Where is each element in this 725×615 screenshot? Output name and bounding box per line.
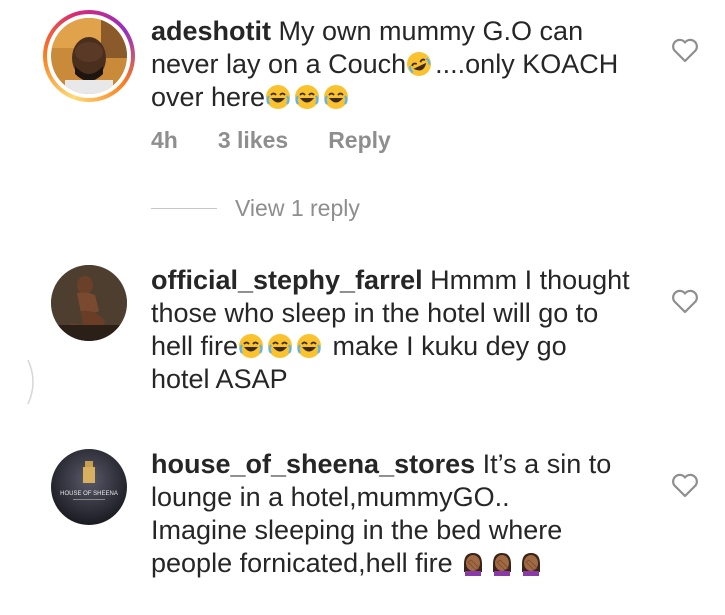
comment-text-line: Hmmm I thought xyxy=(430,265,630,295)
comment-meta: 4h 3 likes Reply xyxy=(151,127,391,154)
username[interactable]: adeshotit xyxy=(151,16,271,46)
heart-outline-icon[interactable] xyxy=(671,288,699,314)
comment-text: house_of_sheena_stores It’s a sin to lou… xyxy=(151,448,651,580)
comment-text-line: My own mummy G.O can xyxy=(278,16,584,46)
woman-facepalming-emoji xyxy=(464,553,483,576)
comment-text-line: never lay on a Couch xyxy=(151,49,407,79)
edge-curve xyxy=(27,359,34,405)
comment-text: official_stephy_farrel Hmmm I thought th… xyxy=(151,264,651,396)
face-with-tears-of-joy-emoji xyxy=(295,85,320,109)
comments-page: adeshotit My own mummy G.O can never lay… xyxy=(0,0,725,615)
comment-text-line: hotel ASAP xyxy=(151,364,288,394)
reply-button[interactable]: Reply xyxy=(328,127,391,154)
rolling-on-floor-laughing-emoji xyxy=(407,52,432,76)
username[interactable]: official_stephy_farrel xyxy=(151,265,423,295)
likes-count[interactable]: 3 likes xyxy=(218,127,288,154)
view-replies-divider xyxy=(151,208,217,209)
heart-outline-icon[interactable] xyxy=(671,472,699,498)
comment-text-line: It’s a sin to xyxy=(482,449,612,479)
face-with-tears-of-joy-emoji xyxy=(324,85,349,109)
comment-text-line: ....only KOACH xyxy=(435,49,619,79)
username[interactable]: house_of_sheena_stores xyxy=(151,449,475,479)
view-replies-label[interactable]: View 1 reply xyxy=(235,195,360,222)
woman-facepalming-emoji xyxy=(493,553,512,576)
face-with-tears-of-joy-emoji xyxy=(239,334,264,358)
comment-text-line: hell fire xyxy=(151,331,239,361)
avatar[interactable]: HOUSE OF SHEENA xyxy=(51,449,127,525)
comment-text-line: over here xyxy=(151,82,266,112)
timestamp: 4h xyxy=(151,127,178,153)
heart-outline-icon[interactable] xyxy=(671,37,699,63)
face-with-tears-of-joy-emoji xyxy=(268,334,293,358)
avatar[interactable] xyxy=(51,265,127,341)
comment-text-line: those who sleep in the hotel will go to xyxy=(151,298,599,328)
comment-text-line: make I kuku dey go xyxy=(325,331,567,361)
comment-text-line: people fornicated,hell fire xyxy=(151,548,453,578)
avatar[interactable] xyxy=(51,18,127,94)
avatar-brand-text: HOUSE OF SHEENA xyxy=(60,491,118,497)
comment-text-line: Imagine sleeping in the bed where xyxy=(151,515,563,545)
comment-text: adeshotit My own mummy G.O can never lay… xyxy=(151,15,651,114)
view-replies-button[interactable]: View 1 reply xyxy=(151,195,360,222)
comment-text-line: lounge in a hotel,mummyGO.. xyxy=(151,482,510,512)
face-with-tears-of-joy-emoji xyxy=(297,334,322,358)
woman-facepalming-emoji xyxy=(522,553,541,576)
face-with-tears-of-joy-emoji xyxy=(266,85,291,109)
